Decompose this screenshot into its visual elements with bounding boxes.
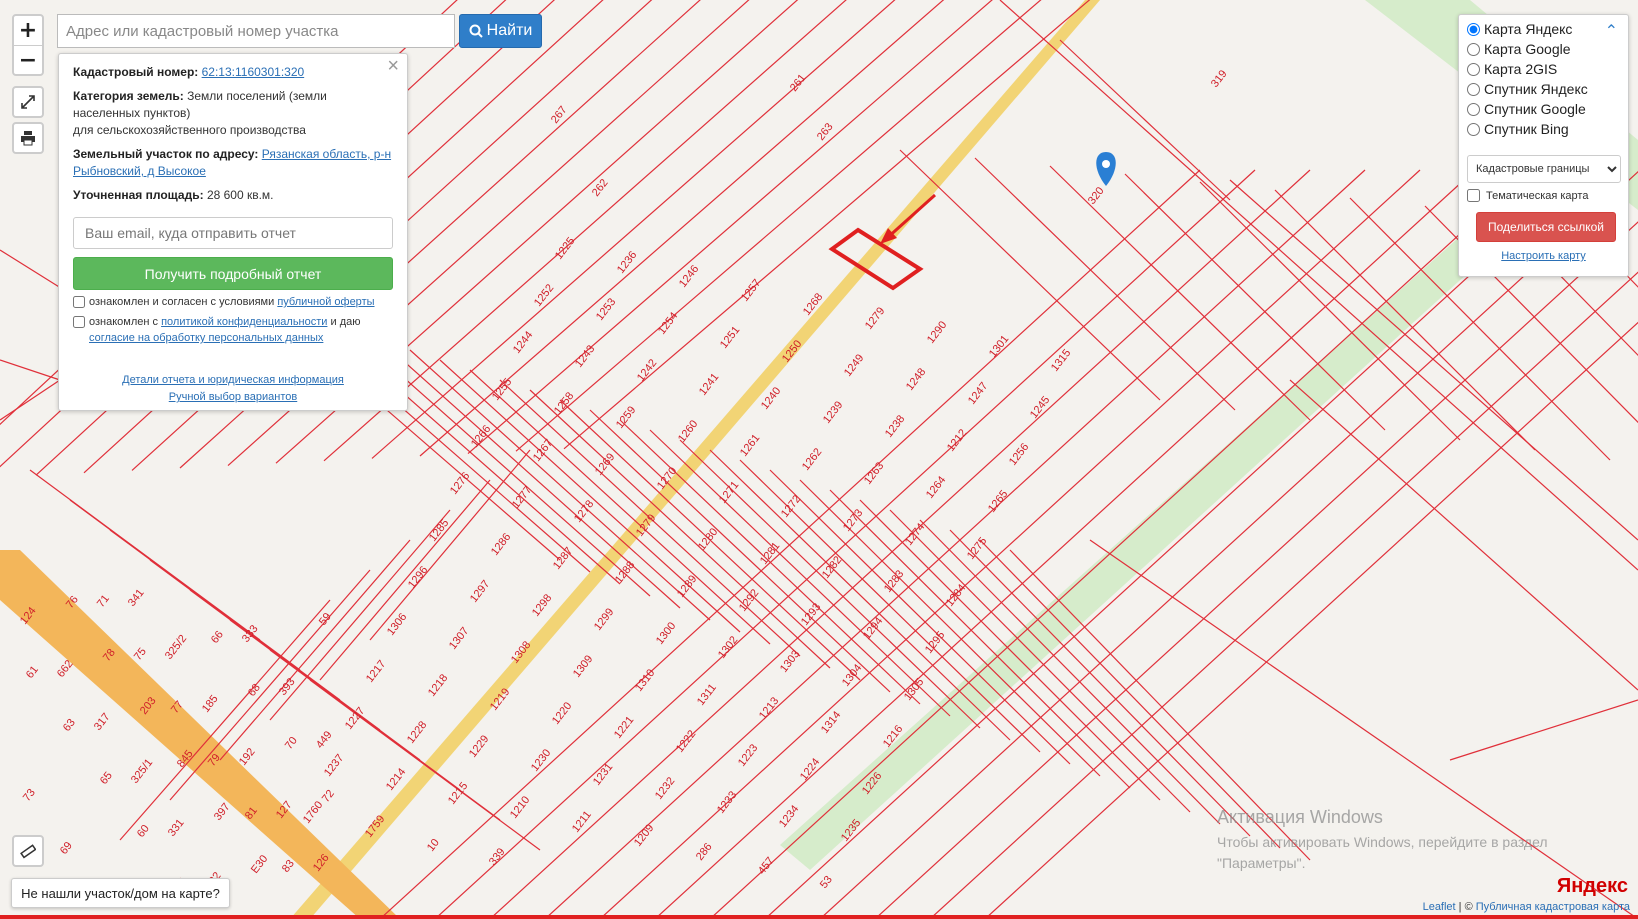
layer-option-label: Карта Google	[1484, 41, 1571, 57]
layer-option-label: Спутник Google	[1484, 101, 1586, 117]
printer-icon	[21, 131, 35, 146]
layer-option-label: Карта 2GIS	[1484, 61, 1558, 77]
search-button-label: Найти	[486, 22, 533, 39]
layer-radio[interactable]	[1467, 62, 1480, 76]
windows-activation-title: Активация Windows	[1217, 807, 1383, 827]
overlay-select[interactable]: Кадастровые границы	[1467, 155, 1621, 183]
layer-radio[interactable]	[1467, 82, 1480, 96]
category-use: для сельскохозяйственного производства	[73, 123, 306, 137]
leaflet-link[interactable]: Leaflet	[1423, 901, 1456, 913]
layer-option[interactable]: Спутник Bing	[1467, 119, 1620, 139]
layer-radio[interactable]	[1467, 22, 1480, 36]
layer-radio[interactable]	[1467, 42, 1480, 56]
attribution-separator: | ©	[1455, 901, 1476, 913]
zoom-in-button[interactable]: +	[14, 16, 42, 45]
fullscreen-button[interactable]	[12, 86, 44, 118]
privacy-consent: ознакомлен с политикой конфиденциальност…	[73, 314, 393, 346]
offer-text: ознакомлен и согласен с условиями	[89, 296, 275, 308]
panel-links: Детали отчета и юридическая информация Р…	[73, 372, 393, 406]
layer-option-label: Спутник Bing	[1484, 121, 1569, 137]
yandex-logo: Яндекс	[1556, 875, 1628, 897]
privacy-policy-link[interactable]: политикой конфиденциальности	[161, 316, 327, 328]
privacy-text-a: ознакомлен с	[89, 316, 159, 328]
privacy-text-b: и даю	[330, 316, 361, 328]
address-label: Земельный участок по адресу:	[73, 147, 259, 161]
bottom-border	[0, 915, 1638, 919]
ruler-icon	[20, 844, 36, 859]
layer-option[interactable]: Карта 2GIS	[1467, 59, 1620, 79]
data-processing-link[interactable]: согласие на обработку персональных данны…	[89, 332, 323, 344]
category-label: Категория земель:	[73, 89, 184, 103]
area-value: 28 600 кв.м.	[206, 188, 274, 202]
chevron-up-icon[interactable]: ⌃	[1605, 21, 1618, 41]
area-label: Уточненная площадь:	[73, 188, 204, 202]
offer-consent: ознакомлен и согласен с условиями публич…	[73, 294, 393, 310]
thematic-checkbox[interactable]	[1467, 189, 1480, 202]
layer-option[interactable]: Спутник Яндекс	[1467, 79, 1620, 99]
offer-link[interactable]: публичной оферты	[277, 296, 374, 308]
map-attribution: Leaflet | © Публичная кадастровая карта	[1423, 901, 1630, 913]
thematic-label: Тематическая карта	[1486, 189, 1589, 202]
ruler-button[interactable]	[12, 835, 44, 867]
cadastral-number-link[interactable]: 62:13:1160301:320	[202, 65, 305, 79]
layer-radio[interactable]	[1467, 122, 1480, 136]
not-found-button[interactable]: Не нашли участок/дом на карте?	[11, 878, 230, 908]
search-button[interactable]: Найти	[459, 14, 542, 48]
windows-activation-text: Чтобы активировать Windows, перейдите в …	[1217, 834, 1548, 871]
share-link-button[interactable]: Поделиться ссылкой	[1476, 212, 1616, 242]
layers-panel: ⌃ Карта Яндекс Карта Google Карта 2GIS Спут…	[1458, 14, 1629, 277]
layer-option[interactable]: Спутник Google	[1467, 99, 1620, 119]
print-button[interactable]	[12, 122, 44, 154]
zoom-out-button[interactable]: −	[14, 45, 42, 74]
offer-checkbox[interactable]	[73, 296, 85, 308]
close-icon[interactable]: ×	[387, 56, 399, 76]
privacy-checkbox[interactable]	[73, 316, 85, 328]
get-report-button[interactable]: Получить подробный отчет	[73, 257, 393, 290]
cadastral-label: Кадастровый номер:	[73, 65, 199, 79]
layer-radio[interactable]	[1467, 102, 1480, 116]
search-input[interactable]	[57, 14, 455, 48]
cadastral-map-link[interactable]: Публичная кадастровая карта	[1476, 901, 1630, 913]
search-icon	[469, 24, 483, 38]
layer-option[interactable]: Карта Google	[1467, 39, 1620, 59]
layer-option-label: Спутник Яндекс	[1484, 81, 1588, 97]
email-field[interactable]	[73, 217, 393, 249]
details-link[interactable]: Детали отчета и юридическая информация	[122, 374, 344, 386]
thematic-toggle: Тематическая карта	[1467, 189, 1620, 202]
zoom-control: + −	[12, 14, 44, 76]
setup-map-link[interactable]: Настроить карту	[1467, 250, 1620, 262]
layer-option[interactable]: Карта Яндекс	[1467, 19, 1620, 39]
parcel-info-panel: × Кадастровый номер: 62:13:1160301:320 К…	[58, 53, 408, 411]
layer-option-label: Карта Яндекс	[1484, 21, 1573, 37]
expand-icon	[21, 95, 35, 109]
manual-select-link[interactable]: Ручной выбор вариантов	[169, 391, 297, 403]
